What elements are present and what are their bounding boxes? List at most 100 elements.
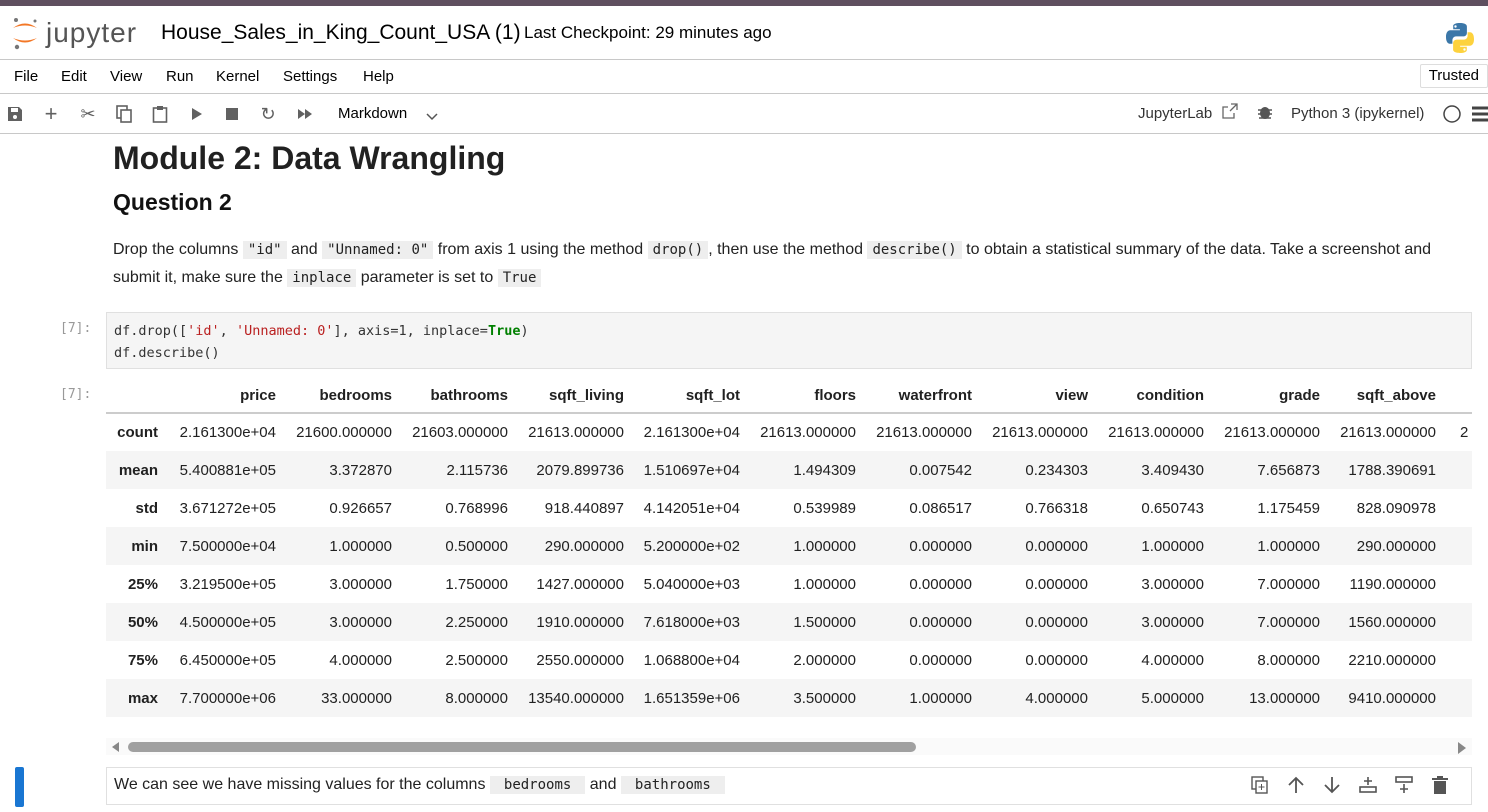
column-header: bedrooms	[286, 379, 402, 414]
column-header: floors	[750, 379, 866, 414]
cell-type-select[interactable]: Markdown	[338, 105, 407, 122]
logo-text: jupyter	[46, 17, 138, 48]
describe-output: price bedrooms bathrooms sqft_living sqft_lo…	[106, 379, 1472, 739]
menu-settings[interactable]: Settings	[283, 68, 337, 85]
active-cell-indicator[interactable]	[15, 767, 24, 807]
table-cell: 1.000000	[793, 575, 856, 593]
jupyter-logo-icon	[13, 18, 37, 50]
scroll-right-arrow-icon[interactable]	[1458, 742, 1466, 754]
column-header: condition	[1098, 379, 1214, 414]
table-cell: 13.000000	[1249, 689, 1320, 707]
python-logo-icon	[1446, 23, 1474, 53]
menu-hamburger-icon[interactable]	[1472, 106, 1488, 126]
table-cell: 5.000000	[1141, 689, 1204, 707]
table-cell: 1.000000	[793, 537, 856, 555]
table-cell: 3.000000	[1141, 575, 1204, 593]
code-cell-editor[interactable]: df.drop(['id', 'Unnamed: 0'], axis=1, in…	[106, 312, 1472, 369]
insert-below-icon[interactable]	[1393, 774, 1415, 796]
column-header: price	[168, 379, 286, 414]
table-cell: 0.000000	[1025, 613, 1088, 631]
stop-icon[interactable]	[222, 104, 242, 124]
table-row: 75% 6.450000e+05 4.000000 2.500000 2550.0000…	[106, 641, 1472, 679]
table-row: mean 5.400881e+05 3.372870 2.115736 2079.899…	[106, 451, 1472, 489]
menu-run[interactable]: Run	[166, 68, 194, 85]
table-cell: 21600.000000	[296, 424, 392, 441]
table-cell: 21613.000000	[876, 424, 972, 441]
table-cell: 3.000000	[329, 575, 392, 593]
table-cell: 0.000000	[909, 613, 972, 631]
table-cell	[1446, 641, 1472, 679]
table-cell: 5.200000e+02	[643, 537, 740, 555]
table-cell: 2210.000000	[1348, 651, 1436, 669]
text: from axis 1 using the method	[433, 241, 648, 258]
table-cell: 0.007542	[909, 461, 972, 479]
table-cell: 3.372870	[329, 461, 392, 479]
table-row: std 3.671272e+05 0.926657 0.768996 918.44089…	[106, 489, 1472, 527]
table-cell: 2.250000	[445, 613, 508, 631]
scrollbar-thumb[interactable]	[128, 742, 916, 752]
table-cell: 0.000000	[909, 651, 972, 669]
copy-icon[interactable]	[114, 104, 134, 124]
open-jupyterlab-link[interactable]: JupyterLab	[1138, 105, 1212, 122]
table-cell: 0.766318	[1025, 499, 1088, 517]
table-cell: 21603.000000	[412, 424, 508, 441]
table-cell: 0.086517	[909, 499, 972, 517]
table-cell	[1446, 489, 1472, 527]
restart-icon[interactable]: ↻	[258, 104, 278, 124]
table-cell: 2.161300e+04	[179, 424, 276, 441]
inline-code: "Unnamed: 0"	[322, 241, 434, 259]
table-cell: 2.500000	[445, 651, 508, 669]
save-icon[interactable]	[5, 104, 25, 124]
scroll-left-arrow-icon[interactable]	[112, 742, 119, 752]
external-link-icon[interactable]	[1222, 103, 1238, 123]
table-cell: 0.000000	[1025, 575, 1088, 593]
kernel-status-idle-icon	[1442, 104, 1462, 128]
delete-icon[interactable]	[1429, 774, 1451, 796]
table-cell: 1.000000	[1141, 537, 1204, 555]
paste-icon[interactable]	[150, 104, 170, 124]
kernel-name[interactable]: Python 3 (ipykernel)	[1291, 105, 1424, 122]
jupyter-logo[interactable]: jupyter	[10, 16, 137, 50]
cut-icon[interactable]: ✂	[78, 104, 98, 124]
question-heading: Question 2	[113, 189, 232, 215]
table-cell: 0.000000	[909, 575, 972, 593]
table-row: 50% 4.500000e+05 3.000000 2.250000 1910.0000…	[106, 603, 1472, 641]
move-up-icon[interactable]	[1285, 774, 1307, 796]
notebook-title[interactable]: House_Sales_in_King_Count_USA (1)	[161, 21, 521, 45]
notebook-area: Module 2: Data Wrangling Question 2 Drop…	[0, 135, 1488, 812]
menu-file[interactable]: File	[14, 68, 38, 85]
table-cell: 3.000000	[329, 613, 392, 631]
table-cell: 21613.000000	[1224, 424, 1320, 441]
menu-edit[interactable]: Edit	[61, 68, 87, 85]
table-cell: 2	[1460, 424, 1469, 441]
table-cell: 9410.000000	[1348, 689, 1436, 707]
column-header: sqft_living	[518, 379, 634, 414]
chevron-down-icon[interactable]	[426, 108, 438, 126]
trusted-indicator[interactable]: Trusted	[1419, 64, 1488, 88]
table-cell: 7.618000e+03	[643, 613, 740, 631]
horizontal-scrollbar[interactable]	[106, 738, 1472, 755]
table-cell: 3.000000	[1141, 613, 1204, 631]
table-cell: 7.500000e+04	[179, 537, 276, 555]
markdown-cell[interactable]: We can see we have missing values for th…	[106, 767, 1472, 805]
table-row: count 2.161300e+04 21600.000000 21603.00000…	[106, 413, 1472, 451]
duplicate-icon[interactable]	[1249, 774, 1271, 796]
menu-kernel[interactable]: Kernel	[216, 68, 259, 85]
table-cell: 7.656873	[1257, 461, 1320, 479]
add-icon[interactable]: +	[41, 101, 61, 126]
text: and	[585, 776, 621, 793]
row-index: 25%	[127, 575, 158, 593]
menu-view[interactable]: View	[110, 68, 142, 85]
row-index: mean	[118, 461, 158, 479]
table-cell: 4.500000e+05	[179, 613, 276, 631]
table-cell: 0.539989	[793, 499, 856, 517]
menu-help[interactable]: Help	[363, 68, 394, 85]
run-icon[interactable]	[187, 104, 207, 124]
move-down-icon[interactable]	[1321, 774, 1343, 796]
table-row: max 7.700000e+06 33.000000 8.000000 13540.00…	[106, 679, 1472, 717]
insert-above-icon[interactable]	[1357, 774, 1379, 796]
fast-forward-icon[interactable]	[295, 104, 315, 124]
table-cell: 33.000000	[321, 689, 392, 707]
debugger-bug-icon[interactable]	[1257, 104, 1273, 124]
table-cell: 1.651359e+06	[643, 689, 740, 707]
